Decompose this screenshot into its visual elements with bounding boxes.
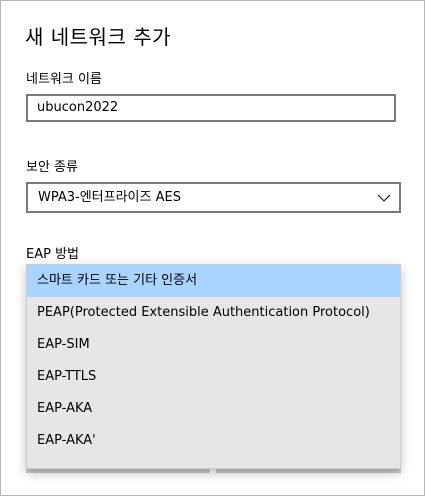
eap-option-eap-aka-prime[interactable]: EAP-AKA' (27, 425, 400, 457)
chevron-down-icon (377, 194, 391, 202)
add-network-dialog: 새 네트워크 추가 네트워크 이름 ubucon2022 보안 종류 WPA3-… (0, 0, 425, 496)
network-name-label: 네트워크 이름 (26, 72, 102, 87)
dialog-title: 새 네트워크 추가 (25, 25, 172, 49)
obscured-button-right (216, 469, 401, 473)
eap-option-eap-aka[interactable]: EAP-AKA (27, 393, 400, 425)
eap-option-smart-card[interactable]: 스마트 카드 또는 기타 인증서 (27, 265, 400, 297)
security-type-value: WPA3-엔터프라이즈 AES (38, 190, 181, 205)
security-type-select[interactable]: WPA3-엔터프라이즈 AES (26, 182, 401, 213)
eap-method-label: EAP 방법 (26, 247, 79, 262)
security-type-label: 보안 종류 (26, 160, 78, 175)
obscured-button-left (26, 469, 210, 473)
obscured-buttons (26, 469, 401, 473)
eap-option-eap-sim[interactable]: EAP-SIM (27, 329, 400, 361)
eap-option-peap[interactable]: PEAP(Protected Extensible Authentication… (27, 297, 400, 329)
eap-option-eap-ttls[interactable]: EAP-TTLS (27, 361, 400, 393)
eap-method-dropdown-list[interactable]: 스마트 카드 또는 기타 인증서 PEAP(Protected Extensib… (26, 264, 401, 469)
network-name-input[interactable]: ubucon2022 (26, 94, 396, 122)
